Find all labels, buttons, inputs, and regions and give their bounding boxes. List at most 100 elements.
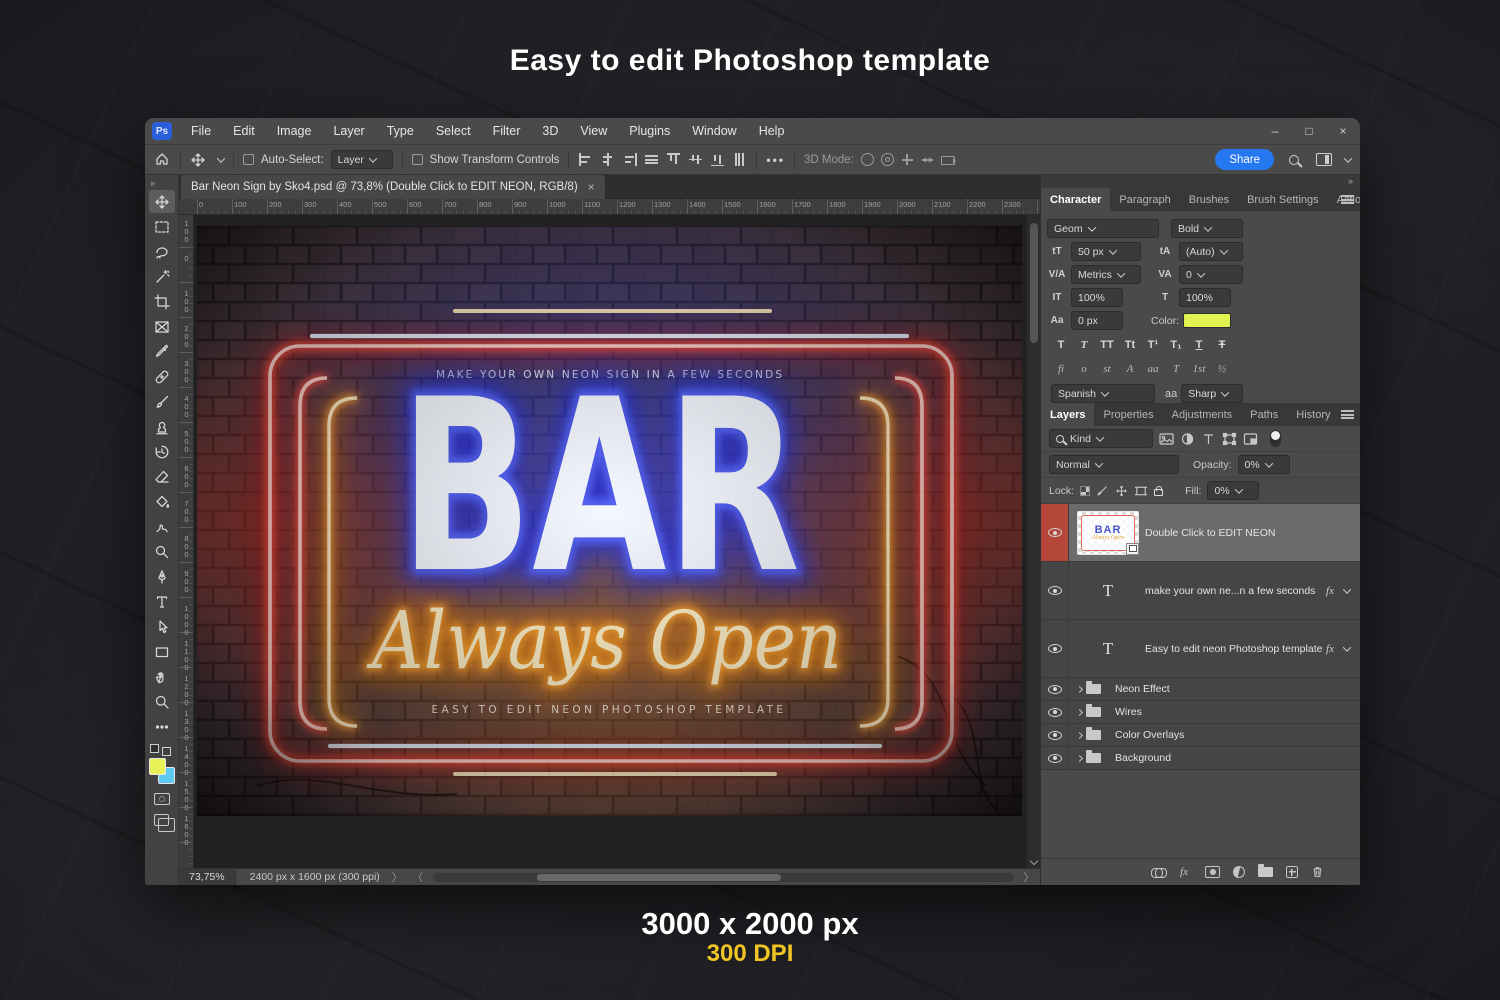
workspace-chevron-icon[interactable] (1344, 154, 1352, 162)
menu-select[interactable]: Select (425, 118, 482, 144)
character-panel-menu-icon[interactable] (1341, 195, 1354, 204)
layer-row-double-click-to-edit-neon[interactable]: BARAlways OpenDouble Click to EDIT NEON (1041, 504, 1360, 562)
search-icon[interactable] (1289, 155, 1299, 165)
hand-tool[interactable] (149, 665, 175, 688)
move-tool-icon[interactable] (190, 152, 205, 167)
menu-layer[interactable]: Layer (322, 118, 375, 144)
clone-stamp-tool[interactable] (149, 415, 175, 438)
align-icon-4[interactable] (644, 153, 659, 166)
style-button-3[interactable]: TT (1097, 336, 1117, 354)
align-icon-2[interactable] (600, 153, 615, 166)
toolbar-collapse-icon[interactable]: » (145, 175, 178, 190)
style-button-2[interactable]: T (1074, 336, 1094, 354)
eyedropper-tool[interactable] (149, 340, 175, 363)
eraser-tool[interactable] (149, 465, 175, 488)
menu-window[interactable]: Window (681, 118, 747, 144)
text-color-swatch[interactable] (1183, 313, 1231, 328)
zoom-tool[interactable] (149, 690, 175, 713)
show-transform-checkbox[interactable] (412, 154, 423, 165)
style-button-1[interactable]: T (1051, 336, 1071, 354)
opentype-button-3[interactable]: st (1097, 360, 1117, 378)
font-size-dropdown[interactable]: 50 px (1071, 242, 1141, 261)
magic-wand-tool[interactable] (149, 265, 175, 288)
close-button[interactable]: × (1326, 118, 1360, 144)
opentype-button-5[interactable]: aa (1143, 360, 1163, 378)
align-icon-8[interactable] (733, 152, 746, 167)
menu-view[interactable]: View (569, 118, 618, 144)
filter-shape-icon[interactable] (1222, 432, 1237, 446)
lock-artboard-icon[interactable] (1134, 484, 1148, 498)
tab-brushes[interactable]: Brushes (1180, 188, 1238, 211)
layer-row-neon-effect[interactable]: Neon Effect (1041, 678, 1360, 701)
layer-thumbnail[interactable]: BARAlways Open (1077, 511, 1139, 555)
layer-visibility[interactable] (1041, 701, 1069, 723)
vertical-scale-field[interactable]: 100% (1071, 288, 1123, 307)
layer-row-make-your-own-ne-n-a-few-secon[interactable]: Tmake your own ne...n a few secondsfx (1041, 562, 1360, 620)
tab-history[interactable]: History (1287, 403, 1339, 426)
menu-help[interactable]: Help (748, 118, 796, 144)
filter-smart-object-icon[interactable] (1243, 432, 1258, 446)
align-icon-3[interactable] (622, 153, 637, 166)
new-group-icon[interactable] (1258, 867, 1273, 877)
menu-type[interactable]: Type (376, 118, 425, 144)
opentype-button-6[interactable]: T (1166, 360, 1186, 378)
menu-filter[interactable]: Filter (482, 118, 532, 144)
status-chevron-left-icon[interactable]: 〈 (412, 870, 423, 885)
tool-options-chevron-icon[interactable] (217, 154, 225, 162)
lock-position-icon[interactable] (1115, 484, 1128, 498)
tab-adjustments[interactable]: Adjustments (1163, 403, 1242, 426)
photoshop-logo[interactable]: Ps (152, 122, 172, 140)
menu-plugins[interactable]: Plugins (618, 118, 681, 144)
add-mask-icon[interactable] (1205, 866, 1220, 878)
kerning-dropdown[interactable]: Metrics (1071, 265, 1141, 284)
layer-style-icon[interactable]: fx (1180, 866, 1188, 878)
group-expand-icon[interactable] (1076, 731, 1083, 738)
lock-pixels-icon[interactable] (1096, 484, 1109, 498)
layer-row-easy-to-edit-neon-photoshop-te[interactable]: TEasy to edit neon Photoshop templatefx (1041, 620, 1360, 678)
share-button[interactable]: Share (1215, 149, 1274, 170)
style-button-6[interactable]: T₁ (1166, 336, 1186, 354)
home-icon[interactable] (154, 151, 171, 168)
new-layer-icon[interactable] (1286, 866, 1298, 878)
fx-expand-icon[interactable] (1343, 585, 1351, 593)
tab-paths[interactable]: Paths (1241, 403, 1287, 426)
quick-mask-icon[interactable] (154, 793, 170, 805)
screen-mode-icon[interactable] (154, 814, 169, 826)
foreground-color-swatch[interactable] (149, 758, 166, 775)
opentype-button-1[interactable]: fi (1051, 360, 1071, 378)
brush-tool[interactable] (149, 390, 175, 413)
healing-brush-tool[interactable] (149, 365, 175, 388)
menu-edit[interactable]: Edit (222, 118, 266, 144)
group-expand-icon[interactable] (1076, 708, 1083, 715)
orbit-3d-icon[interactable] (861, 153, 874, 166)
lock-all-icon[interactable] (1154, 489, 1163, 496)
style-button-4[interactable]: Tt (1120, 336, 1140, 354)
lasso-tool[interactable] (149, 240, 175, 263)
pan-3d-icon[interactable] (901, 153, 914, 166)
maximize-button[interactable]: □ (1292, 118, 1326, 144)
font-style-dropdown[interactable]: Bold (1171, 219, 1243, 238)
type-tool[interactable] (149, 590, 175, 613)
camera-3d-icon[interactable] (941, 156, 955, 165)
filter-pixel-icon[interactable] (1159, 432, 1174, 446)
layer-visibility[interactable] (1041, 724, 1069, 746)
auto-select-checkbox[interactable] (243, 154, 254, 165)
layer-row-color-overlays[interactable]: Color Overlays (1041, 724, 1360, 747)
layer-visibility[interactable] (1041, 678, 1069, 700)
layer-row-background[interactable]: Background (1041, 747, 1360, 770)
default-colors-icon[interactable] (150, 744, 174, 753)
lock-transparency-icon[interactable] (1080, 486, 1090, 496)
opentype-button-7[interactable]: 1st (1189, 360, 1209, 378)
menu-3d[interactable]: 3D (531, 118, 569, 144)
style-button-5[interactable]: T¹ (1143, 336, 1163, 354)
workspace-icon[interactable] (1316, 153, 1332, 166)
minimize-button[interactable]: – (1258, 118, 1292, 144)
scroll-down-icon[interactable] (1030, 857, 1038, 865)
tab-properties[interactable]: Properties (1094, 403, 1162, 426)
document-tab[interactable]: Bar Neon Sign by Sko4.psd @ 73,8% (Doubl… (181, 175, 605, 199)
align-icon-6[interactable] (689, 152, 702, 167)
menu-file[interactable]: File (180, 118, 222, 144)
layers-panel-menu-icon[interactable] (1341, 410, 1354, 419)
layer-row-wires[interactable]: Wires (1041, 701, 1360, 724)
more-options-icon[interactable]: ••• (766, 153, 785, 167)
